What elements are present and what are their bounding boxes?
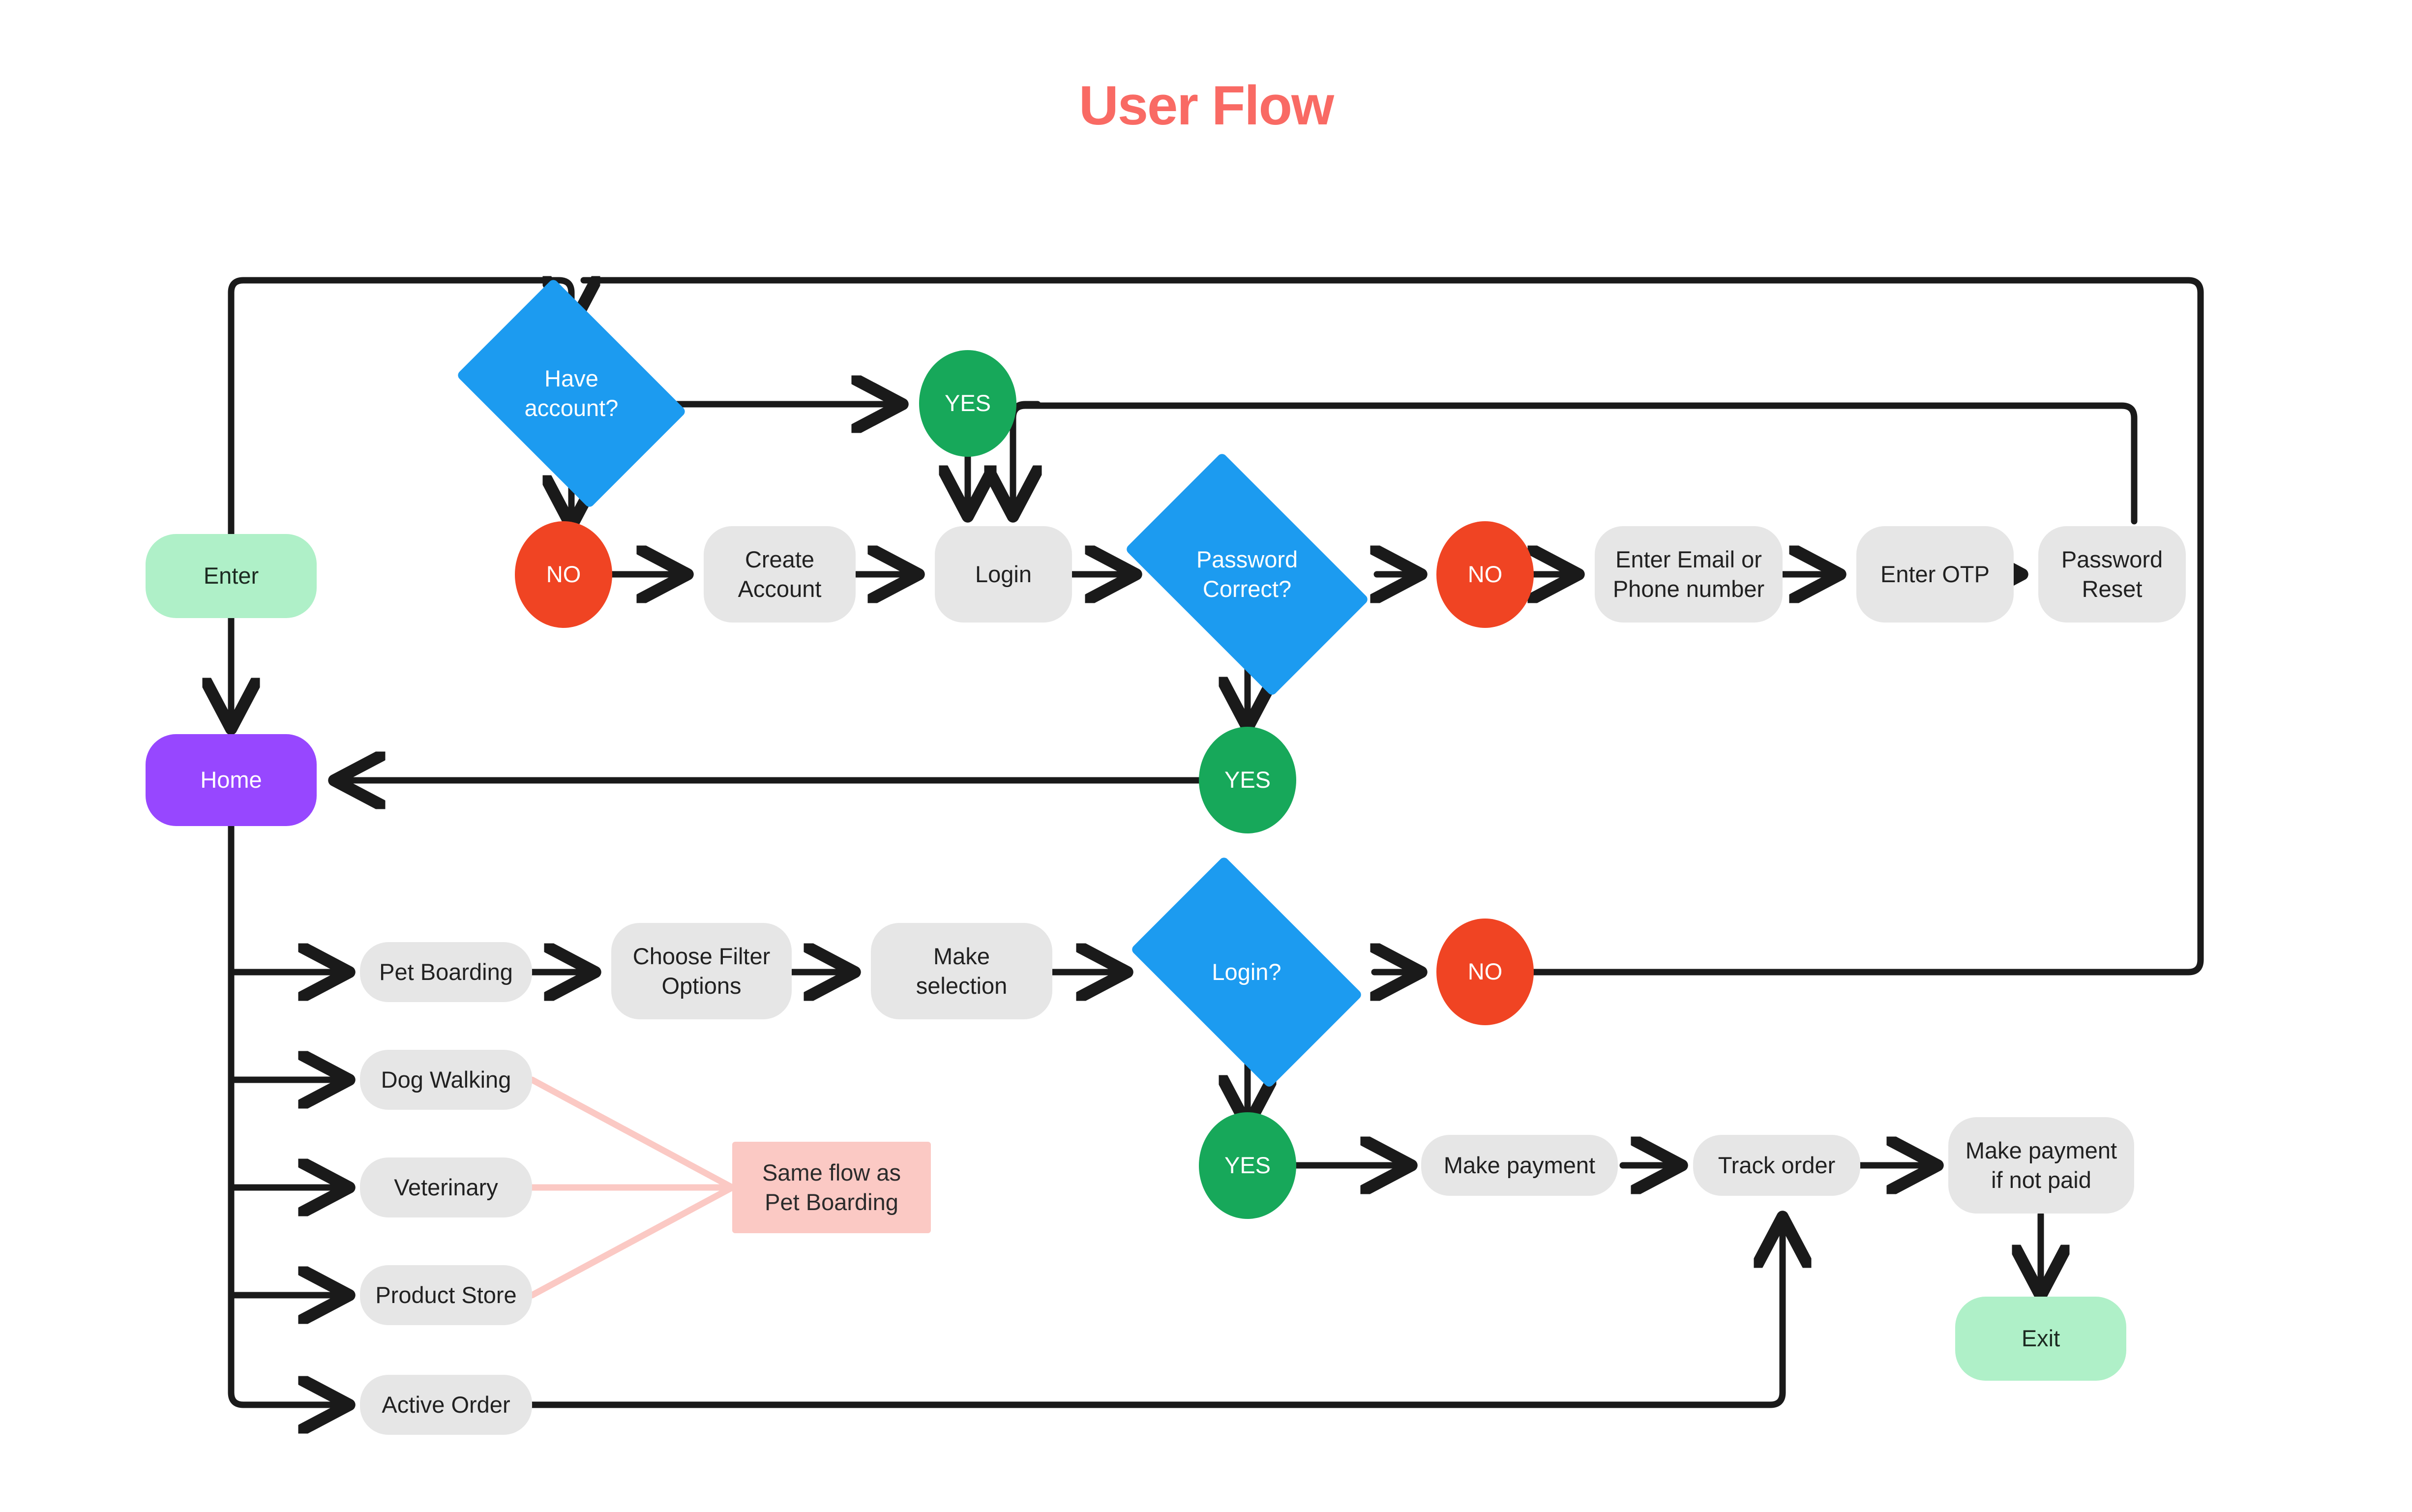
node-password-reset[interactable]: Password Reset [2038,526,2186,623]
node-login-no[interactable]: NO [1436,919,1534,1025]
node-create-account-label: Create Account [738,546,822,602]
node-have-account-yes-label: YES [944,390,991,416]
node-make-payment[interactable]: Make payment [1421,1135,1618,1196]
node-enter-otp-label: Enter OTP [1880,561,1990,587]
node-exit-label: Exit [2021,1325,2060,1352]
node-choose-filter-options[interactable]: Choose Filter Options [611,923,792,1019]
node-enter-otp[interactable]: Enter OTP [1856,526,2014,623]
node-have-account-no[interactable]: NO [515,521,612,628]
node-product-store[interactable]: Product Store [360,1265,532,1325]
node-dog-walking[interactable]: Dog Walking [360,1050,532,1110]
node-enter-email-phone[interactable]: Enter Email or Phone number [1595,526,1783,623]
edge-product-store-to-note [529,1184,736,1299]
node-pet-boarding-label: Pet Boarding [379,958,513,985]
edge-dog-walking-to-note [529,1076,736,1191]
node-make-payment-if-not-paid-label: Make payment if not paid [1965,1137,2117,1193]
node-enter-email-phone-label: Enter Email or Phone number [1612,546,1765,602]
node-track-order[interactable]: Track order [1693,1135,1860,1196]
node-home-label: Home [200,767,262,793]
node-have-account-no-label: NO [546,561,581,588]
node-same-flow-note: Same flow as Pet Boarding [732,1142,931,1233]
node-veterinary[interactable]: Veterinary [360,1157,532,1217]
node-password-reset-label: Password Reset [2061,546,2163,602]
node-create-account[interactable]: Create Account [704,526,856,623]
node-exit[interactable]: Exit [1955,1297,2126,1381]
flowchart-canvas: User Flow Enter Have account? NO YES Cre… [0,0,2412,1512]
node-password-no[interactable]: NO [1436,521,1534,628]
node-make-selection-label: Make selection [916,943,1008,999]
node-login-label: Login [975,561,1032,587]
node-login-decision[interactable]: Login? [1130,856,1363,1089]
node-password-yes[interactable]: YES [1199,727,1296,833]
node-make-payment-label: Make payment [1443,1152,1596,1178]
node-enter-label: Enter [203,563,259,589]
node-make-payment-if-not-paid[interactable]: Make payment if not paid [1948,1117,2134,1214]
node-login-no-label: NO [1467,958,1503,985]
node-login-yes-label: YES [1224,1152,1271,1179]
node-pet-boarding[interactable]: Pet Boarding [360,942,532,1002]
node-product-store-label: Product Store [375,1281,517,1308]
node-dog-walking-label: Dog Walking [381,1066,511,1093]
node-login-yes[interactable]: YES [1199,1112,1296,1219]
node-active-order-label: Active Order [382,1391,510,1418]
node-password-correct-label: Password Correct? [1196,546,1298,602]
node-active-order[interactable]: Active Order [360,1375,532,1435]
node-have-account[interactable]: Have account? [456,278,687,509]
node-password-correct[interactable]: Password Correct? [1125,452,1370,697]
node-make-selection[interactable]: Make selection [871,923,1052,1019]
edge-home-to-active-order [228,823,344,1405]
node-home[interactable]: Home [146,734,317,826]
node-login-decision-label: Login? [1212,958,1281,985]
node-same-flow-note-label: Same flow as Pet Boarding [762,1159,901,1215]
edge-active-order-to-track-order [529,1222,1783,1408]
node-veterinary-label: Veterinary [394,1174,498,1200]
node-have-account-yes[interactable]: YES [919,350,1016,457]
edge-login-no-to-have-account [580,277,2204,976]
node-login[interactable]: Login [935,526,1072,623]
node-have-account-label: Have account? [524,365,619,421]
node-password-no-label: NO [1467,561,1503,588]
node-enter[interactable]: Enter [146,534,317,618]
node-password-yes-label: YES [1224,767,1271,793]
node-track-order-label: Track order [1718,1152,1836,1178]
edge-yes-branch-to-login [1013,401,1038,511]
node-choose-filter-options-label: Choose Filter Options [632,943,771,999]
